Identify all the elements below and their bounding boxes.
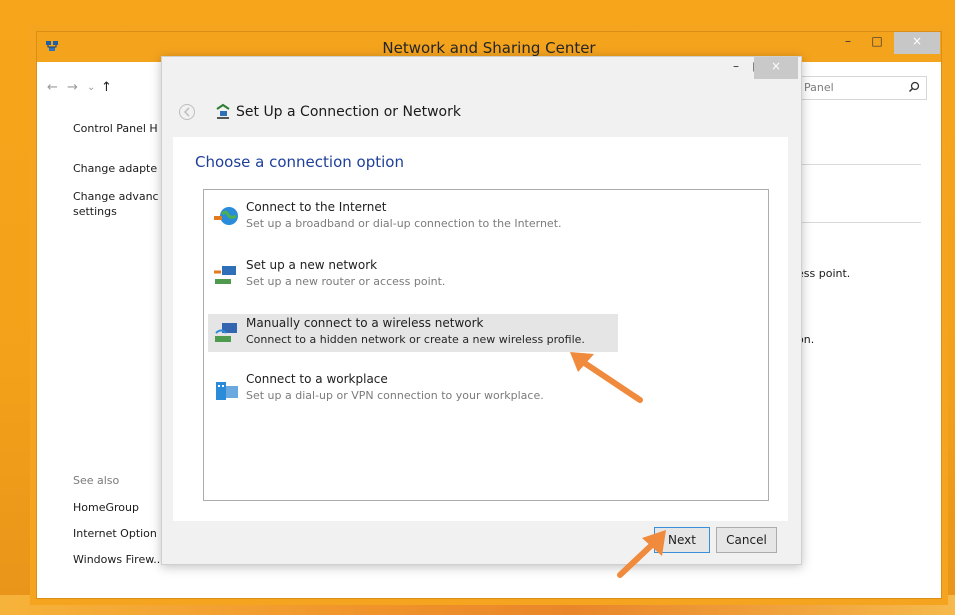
dialog-title: Set Up a Connection or Network [236, 104, 461, 120]
router-icon [214, 266, 236, 284]
option-title: Manually connect to a wireless network [246, 316, 484, 330]
annotation-arrow-icon [617, 530, 666, 578]
up-icon[interactable]: ↑ [101, 80, 112, 95]
forward-icon[interactable]: → [67, 80, 78, 95]
search-icon[interactable] [908, 81, 920, 93]
cancel-button[interactable]: Cancel [716, 527, 777, 553]
setup-connection-dialog: – □ × Set Up a Connection or Network Cho… [161, 56, 802, 565]
option-new-network[interactable]: Set up a new network Set up a new router… [208, 256, 618, 294]
divider [797, 222, 921, 223]
recent-locations-icon[interactable]: ⌄ [87, 82, 95, 93]
workplace-icon [216, 382, 238, 400]
window-title: Network and Sharing Center [382, 39, 596, 57]
annotation-arrow-icon [570, 352, 643, 403]
option-title: Connect to a workplace [246, 372, 388, 386]
dialog-close-button[interactable]: × [754, 57, 798, 79]
option-description: Set up a new router or access point. [246, 275, 446, 288]
dialog-back-icon[interactable] [178, 103, 196, 121]
dialog-content: Choose a connection option Connect to th… [173, 137, 788, 521]
page-heading: Choose a connection option [195, 153, 404, 171]
option-description: Connect to a hidden network or create a … [246, 333, 585, 346]
option-description: Set up a dial-up or VPN connection to yo… [246, 389, 544, 402]
option-title: Connect to the Internet [246, 200, 387, 214]
search-placeholder: Panel [804, 81, 834, 94]
option-manual-wireless[interactable]: Manually connect to a wireless network C… [208, 314, 618, 352]
connection-options-list: Connect to the Internet Set up a broadba… [203, 189, 769, 501]
maximize-button[interactable]: □ [863, 32, 891, 54]
content-text-1: ess point. [797, 267, 851, 280]
divider [797, 164, 921, 165]
globe-icon [214, 207, 238, 225]
wireless-icon [215, 323, 237, 342]
back-icon[interactable]: ← [47, 80, 58, 95]
close-button[interactable]: × [894, 32, 940, 54]
network-setup-icon [216, 103, 230, 119]
minimize-button[interactable]: – [834, 32, 862, 54]
search-input[interactable]: Panel [797, 76, 927, 100]
option-workplace[interactable]: Connect to a workplace Set up a dial-up … [208, 370, 618, 408]
option-connect-internet[interactable]: Connect to the Internet Set up a broadba… [208, 198, 618, 236]
option-description: Set up a broadband or dial-up connection… [246, 217, 562, 230]
option-title: Set up a new network [246, 258, 378, 272]
